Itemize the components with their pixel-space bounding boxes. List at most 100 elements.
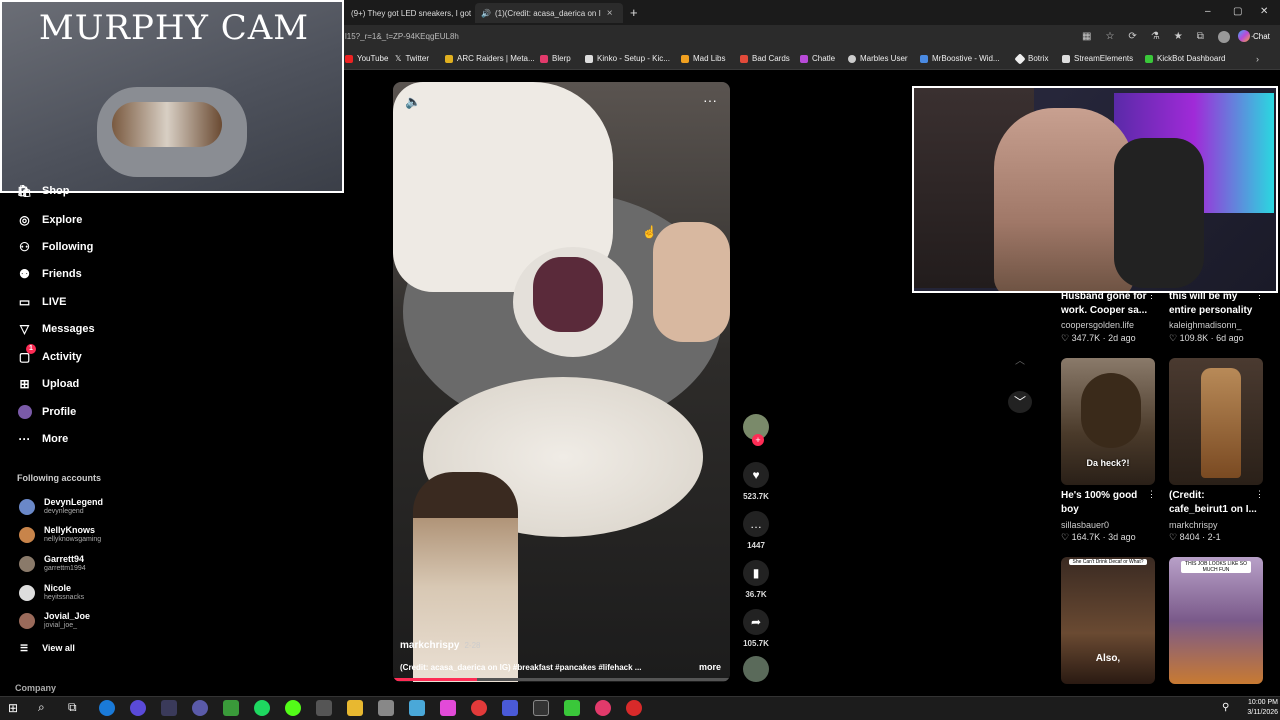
obs-icon[interactable] <box>316 700 332 716</box>
app-icon[interactable] <box>626 700 642 716</box>
minecraft-icon[interactable] <box>223 700 239 716</box>
url-field[interactable]: l15?_r=1&_t=ZP-94KEqgEUL8h <box>345 32 459 41</box>
app-icon[interactable] <box>440 700 456 716</box>
app-icon[interactable] <box>564 700 580 716</box>
maximize-icon[interactable]: ▢ <box>1233 6 1242 17</box>
feed-card-author[interactable]: sillasbauer0 <box>1061 520 1109 530</box>
sidebar-item-upload[interactable]: ⊞ Upload <box>17 376 79 391</box>
bookmark-arc-raiders[interactable]: ARC Raiders | Meta... <box>445 54 535 63</box>
bookmark-streamelements[interactable]: StreamElements <box>1062 54 1133 63</box>
kebab-icon[interactable]: ⋮ <box>1147 290 1156 301</box>
spotify-icon[interactable] <box>254 700 270 716</box>
app-icon[interactable] <box>471 700 487 716</box>
kebab-icon[interactable]: ⋮ <box>1255 290 1264 301</box>
feed-card-title[interactable]: Husband gone for work. Cooper sa... <box>1061 290 1156 318</box>
windows-start-icon[interactable]: ⊞ <box>8 701 18 715</box>
bookmark-mrboostive[interactable]: MrBoostive - Wid... <box>920 54 1000 63</box>
sidebar-item-more[interactable]: ··· More <box>17 431 69 446</box>
discord-icon[interactable] <box>192 700 208 716</box>
bookmark-twitter[interactable]: 𝕏 Twitter <box>395 54 429 63</box>
feed-card-thumbnail[interactable]: Da heck?! <box>1061 358 1155 485</box>
following-account[interactable]: NellyKnows nellyknowsgaming <box>19 525 101 544</box>
chevron-right-icon[interactable]: › <box>1256 54 1259 64</box>
app-icon[interactable] <box>502 700 518 716</box>
save-button[interactable]: ▮ 36.7K <box>741 560 771 599</box>
collections-icon[interactable]: ⧉ <box>1197 31 1204 43</box>
browser-tab-active[interactable]: 🔊 (1)(Credit: acasa_daerica on I × <box>475 3 623 23</box>
app-icon[interactable] <box>409 700 425 716</box>
share-button[interactable]: ➦ 105.7K <box>741 609 771 648</box>
creator-avatar-button[interactable]: + <box>741 414 771 446</box>
kebab-icon[interactable]: ⋮ <box>1255 489 1264 500</box>
view-all-button[interactable]: ☰ View all <box>20 643 75 654</box>
sidebar-item-profile[interactable]: Profile <box>17 404 76 419</box>
sidebar-item-live[interactable]: ▭ LIVE <box>17 294 67 309</box>
feed-card-title[interactable]: He's 100% good boy <box>1061 489 1153 517</box>
favorites-icon[interactable]: ★ <box>1174 31 1183 43</box>
chevron-up-icon[interactable]: ︿ <box>1008 352 1032 372</box>
extension-icon[interactable]: ⚗ <box>1151 31 1160 43</box>
network-icon[interactable]: ⚲ <box>1222 702 1229 713</box>
following-account[interactable]: DevynLegend devynlegend <box>19 497 103 516</box>
video-author[interactable]: markchrispy <box>400 640 459 651</box>
copilot-chat-button[interactable]: Chat <box>1238 30 1270 42</box>
app-icon[interactable] <box>378 700 394 716</box>
bookmark-bad-cards[interactable]: Bad Cards <box>740 54 790 63</box>
app-icon[interactable] <box>595 700 611 716</box>
follow-plus-icon[interactable]: + <box>752 434 764 446</box>
following-account[interactable]: Nicole heyitssnacks <box>19 583 84 602</box>
kebab-icon[interactable]: ⋮ <box>1147 489 1156 500</box>
task-view-icon[interactable]: ⧉ <box>68 700 77 715</box>
bookmark-blerp[interactable]: Blerp <box>540 54 571 63</box>
bookmark-kinko[interactable]: Kinko - Setup - Kic... <box>585 54 670 63</box>
sidebar-item-following[interactable]: ⚇ Following <box>17 239 93 254</box>
close-icon[interactable]: × <box>607 8 613 19</box>
feed-card-thumbnail[interactable] <box>1169 358 1263 485</box>
apps-icon[interactable]: ▦ <box>1082 31 1091 43</box>
browser-tab[interactable]: (9+) They got LED sneakers, I got × <box>345 3 472 23</box>
caption-more-button[interactable]: more <box>699 662 721 672</box>
more-options-icon[interactable]: ··· <box>703 92 717 108</box>
progress-track[interactable] <box>393 678 730 681</box>
feed-card-thumbnail[interactable]: THIS JOB LOOKS LIKE SO MUCH FUN <box>1169 557 1263 684</box>
feed-card-thumbnail[interactable]: She Can't Drink Decaf or What? Also, <box>1061 557 1155 684</box>
sidebar-item-messages[interactable]: ▽ Messages <box>17 321 95 336</box>
folder-icon[interactable] <box>347 700 363 716</box>
search-icon[interactable]: ⌕ <box>38 700 45 715</box>
volume-icon[interactable]: 🔈 <box>405 94 421 110</box>
avatar[interactable] <box>1217 31 1230 43</box>
sidebar-item-activity[interactable]: ▢ 1 Activity <box>17 344 82 364</box>
bookmark-chatle[interactable]: Chatle <box>800 54 835 63</box>
comment-button[interactable]: … 1447 <box>741 511 771 550</box>
new-tab-button[interactable]: + <box>630 5 638 20</box>
feed-card-title[interactable]: this will be my entire personality <box>1169 290 1261 318</box>
bookmark-mad-libs[interactable]: Mad Libs <box>681 54 725 63</box>
star-icon[interactable]: ☆ <box>1105 31 1114 43</box>
kick-icon[interactable] <box>285 700 301 716</box>
close-window-icon[interactable]: ✕ <box>1260 6 1268 17</box>
bookmark-marbles[interactable]: Marbles User <box>848 54 908 63</box>
feed-card-author[interactable]: kaleighmadisonn_ <box>1169 320 1242 330</box>
minimize-icon[interactable]: – <box>1205 6 1211 17</box>
following-account[interactable]: Jovial_Joe jovial_joe_ <box>19 611 90 630</box>
chevron-down-icon[interactable]: ﹀ <box>1008 391 1032 413</box>
like-button[interactable]: ♥ 523.7K <box>741 462 771 501</box>
speaker-icon[interactable]: 🔊 <box>481 9 491 18</box>
bookmark-youtube[interactable]: YouTube <box>345 54 388 63</box>
app-icon[interactable] <box>533 700 549 716</box>
sidebar-item-friends[interactable]: ⚉ Friends <box>17 266 82 281</box>
feed-card-title[interactable]: (Credit: cafe_beirut1 on I... <box>1169 489 1261 517</box>
bookmark-botrix[interactable]: Botrix <box>1014 52 1048 65</box>
sidebar-item-shop[interactable]: 🛍 Shop <box>17 185 70 197</box>
company-link[interactable]: Company <box>15 683 56 693</box>
music-disc-button[interactable] <box>741 656 771 682</box>
bookmark-kickbot[interactable]: KickBot Dashboard <box>1145 54 1225 63</box>
edge-icon[interactable] <box>99 700 115 716</box>
following-account[interactable]: Garrett94 garrettm1994 <box>19 554 86 573</box>
refresh-icon[interactable]: ⟳ <box>1128 31 1136 43</box>
video-player[interactable]: 🔈 ··· markchrispy 2-28 (Credit: acasa_da… <box>393 82 730 682</box>
feed-card-author[interactable]: coopersgolden.life <box>1061 320 1134 330</box>
sidebar-item-explore[interactable]: ◎ Explore <box>17 212 82 227</box>
chrome-icon[interactable] <box>130 700 146 716</box>
system-clock[interactable]: 10:00 PM 3/11/2026 <box>1238 698 1278 718</box>
